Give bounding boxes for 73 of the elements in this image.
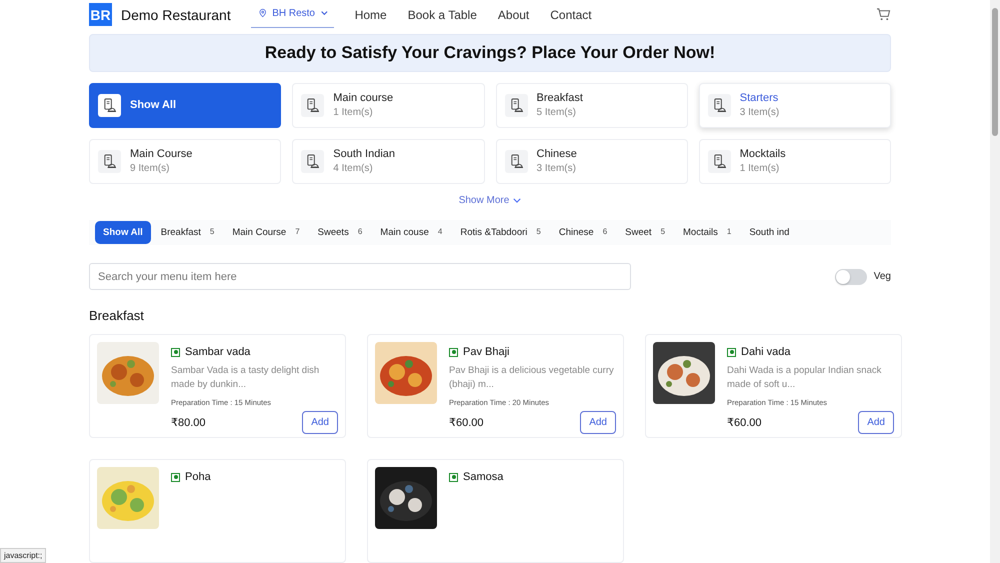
- cart-icon[interactable]: [876, 8, 891, 22]
- nav-link[interactable]: Contact: [550, 8, 592, 22]
- category-tab[interactable]: Sweet 5: [617, 221, 674, 244]
- category-name: Chinese: [536, 148, 577, 160]
- menu-icon: [712, 98, 726, 113]
- category-count: 5 Item(s): [536, 107, 577, 118]
- item-price: ₹60.00: [727, 416, 762, 430]
- section-title: Breakfast: [89, 308, 145, 324]
- category-count: 9 Item(s): [130, 163, 170, 174]
- category-name: Breakfast: [536, 92, 583, 104]
- category-count: 3 Item(s): [740, 107, 780, 118]
- item-description: Pav Bhaji is a delicious vegetable curry (bhaji) m...: [449, 364, 615, 392]
- menu-icon: [103, 154, 116, 169]
- category-name: Mocktails: [740, 148, 786, 160]
- category-card[interactable]: South Indian 4 Item(s): [292, 138, 484, 184]
- category-card[interactable]: Main Course 9 Item(s): [89, 138, 282, 184]
- category-tab[interactable]: Main couse 4: [372, 221, 450, 244]
- menu-icon: [510, 98, 522, 113]
- banner-title: Ready to Satisfy Your Cravings? Place Your Order Now!: [264, 42, 716, 63]
- nav-link[interactable]: Home: [354, 8, 387, 22]
- show-more-link[interactable]: Show More: [458, 194, 522, 206]
- restaurant-name: Demo Restaurant: [121, 6, 231, 23]
- item-name: Poha: [185, 471, 211, 484]
- category-tab[interactable]: Show All: [95, 221, 151, 244]
- category-tab[interactable]: South ind: [741, 221, 798, 244]
- location-pin-icon: [258, 7, 266, 20]
- category-tab[interactable]: Chinese 6: [550, 221, 616, 244]
- menu-icon: [306, 154, 320, 169]
- nav-link[interactable]: About: [498, 8, 530, 22]
- add-button[interactable]: Add: [858, 411, 894, 434]
- chevron-down-icon: [513, 198, 522, 203]
- category-name: Show All: [130, 99, 176, 112]
- menu-icon: [510, 154, 522, 169]
- category-count: 3 Item(s): [536, 163, 577, 174]
- category-count: 4 Item(s): [333, 163, 374, 174]
- veg-label: Veg: [874, 271, 891, 282]
- item-price: ₹60.00: [449, 416, 484, 430]
- item-name: Sambar vada: [185, 346, 250, 358]
- category-card[interactable]: Show All: [89, 82, 282, 128]
- veg-toggle[interactable]: [834, 268, 867, 285]
- category-count: 1 Item(s): [740, 163, 780, 174]
- chevron-down-icon: [320, 10, 328, 16]
- category-tab[interactable]: Moctails 1: [675, 221, 740, 244]
- location-select[interactable]: BH Resto: [250, 1, 334, 28]
- nav-link[interactable]: Book a Table: [408, 8, 477, 22]
- add-button[interactable]: Add: [580, 411, 616, 434]
- category-name: Main course: [333, 92, 394, 104]
- category-tab[interactable]: Breakfast 5: [152, 221, 222, 244]
- category-card[interactable]: Breakfast 5 Item(s): [496, 82, 688, 128]
- category-count: 1 Item(s): [333, 107, 374, 118]
- menu-icon: [306, 98, 320, 113]
- search-field[interactable]: Search your menu item here: [89, 263, 631, 290]
- category-tab[interactable]: Rotis &Tabdoori 5: [452, 221, 549, 244]
- item-name: Dahi vada: [741, 346, 791, 358]
- category-card[interactable]: Mocktails 1 Item(s): [698, 138, 891, 184]
- item-name: Samosa: [463, 471, 504, 484]
- category-tab[interactable]: Sweets 6: [310, 221, 370, 244]
- category-card[interactable]: Chinese 3 Item(s): [496, 138, 688, 184]
- scrollbar[interactable]: [990, 0, 1000, 563]
- menu-icon: [712, 154, 726, 169]
- logo[interactable]: BR: [89, 3, 112, 26]
- category-tab[interactable]: Main Course 7: [224, 221, 308, 244]
- item-description: Sambar Vada is a tasty delight dish made by dunkin...: [171, 364, 320, 392]
- category-name: South Indian: [333, 148, 396, 160]
- category-name: Starters: [740, 92, 780, 104]
- add-button[interactable]: Add: [302, 411, 338, 434]
- category-card[interactable]: Main course 1 Item(s): [292, 82, 484, 128]
- menu-icon: [103, 98, 116, 113]
- item-description: Dahi Wada is a popular Indian snack made of soft u...: [727, 364, 882, 392]
- item-price: ₹80.00: [171, 416, 206, 430]
- category-card[interactable]: Starters 3 Item(s): [698, 82, 891, 128]
- item-name: Pav Bhaji: [463, 346, 510, 358]
- category-name: Main Course: [130, 148, 192, 160]
